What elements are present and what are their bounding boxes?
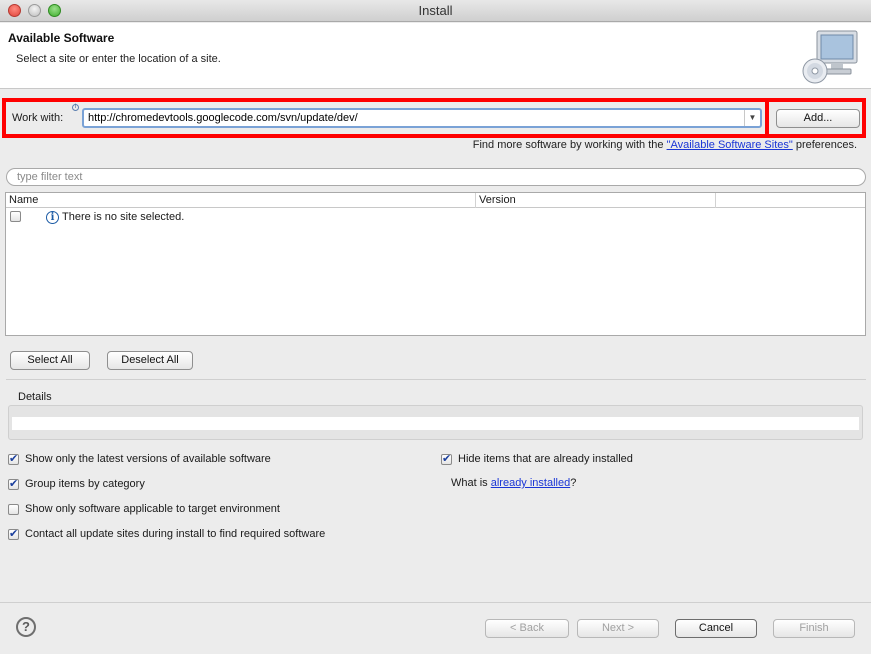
title-bar[interactable]: Install xyxy=(0,0,871,22)
available-software-sites-link[interactable]: "Available Software Sites" xyxy=(667,139,793,151)
select-all-button[interactable]: Select All xyxy=(10,351,90,370)
minimize-window-icon[interactable] xyxy=(28,4,41,17)
row-checkbox[interactable] xyxy=(10,211,21,222)
finish-button[interactable]: Finish xyxy=(773,619,855,638)
latest-versions-label: Show only the latest versions of availab… xyxy=(25,453,271,465)
column-header-name[interactable]: Name xyxy=(6,193,476,208)
details-text-area[interactable] xyxy=(12,417,859,430)
table-row[interactable]: i There is no site selected. xyxy=(6,209,865,226)
next-button[interactable]: Next > xyxy=(577,619,659,638)
work-with-combo[interactable]: ▼ xyxy=(82,108,762,128)
latest-versions-checkbox[interactable] xyxy=(8,452,19,465)
table-header: Name Version xyxy=(6,193,865,208)
window-title: Install xyxy=(418,3,453,18)
divider xyxy=(6,379,866,380)
software-table: Name Version i There is no site selected… xyxy=(5,192,866,336)
column-header-version[interactable]: Version xyxy=(476,193,716,208)
header-banner: Available Software Select a site or ente… xyxy=(0,23,871,89)
target-environment-label: Show only software applicable to target … xyxy=(25,503,280,515)
details-panel xyxy=(8,405,863,440)
row-message: There is no site selected. xyxy=(62,211,185,223)
group-by-category-label: Group items by category xyxy=(25,478,145,490)
hide-installed-checkbox[interactable] xyxy=(441,452,452,465)
zoom-window-icon[interactable] xyxy=(48,4,61,17)
footer-divider xyxy=(0,602,871,603)
find-more-suffix: preferences. xyxy=(792,139,857,151)
already-installed-link[interactable]: already installed xyxy=(491,477,571,489)
what-is-prefix: What is xyxy=(451,477,491,489)
find-more-text: Find more software by working with the "… xyxy=(473,139,857,151)
back-button[interactable]: < Back xyxy=(485,619,569,638)
filter-field[interactable] xyxy=(6,168,866,186)
computer-cd-icon xyxy=(802,30,858,84)
add-site-button[interactable]: Add... xyxy=(776,109,860,128)
work-with-input[interactable] xyxy=(86,111,742,125)
close-window-icon[interactable] xyxy=(8,4,21,17)
what-is-suffix: ? xyxy=(570,477,577,489)
work-with-label: Work with: xyxy=(12,112,64,124)
install-window: Install Available Software Select a site… xyxy=(0,0,871,654)
page-title: Available Software xyxy=(8,31,115,45)
group-by-category-checkbox[interactable] xyxy=(8,477,19,490)
contact-sites-checkbox[interactable] xyxy=(8,527,19,540)
find-more-prefix: Find more software by working with the xyxy=(472,139,667,151)
what-is-installed-text: What is already installed? xyxy=(451,477,576,489)
target-environment-checkbox[interactable] xyxy=(8,504,19,515)
work-with-row: Work with: i ▼ Add... xyxy=(2,98,866,138)
contact-sites-label: Contact all update sites during install … xyxy=(25,528,326,540)
cancel-button[interactable]: Cancel xyxy=(675,619,757,638)
filter-input[interactable] xyxy=(15,170,855,184)
page-subtitle: Select a site or enter the location of a… xyxy=(16,53,221,65)
help-icon[interactable]: ? xyxy=(16,617,36,637)
highlight-divider xyxy=(765,102,769,134)
chevron-down-icon[interactable]: ▼ xyxy=(744,110,760,126)
hide-installed-label: Hide items that are already installed xyxy=(458,453,633,465)
info-icon: i xyxy=(46,211,59,224)
details-label: Details xyxy=(18,391,52,403)
deselect-all-button[interactable]: Deselect All xyxy=(107,351,193,370)
info-decoration-icon: i xyxy=(72,104,79,111)
